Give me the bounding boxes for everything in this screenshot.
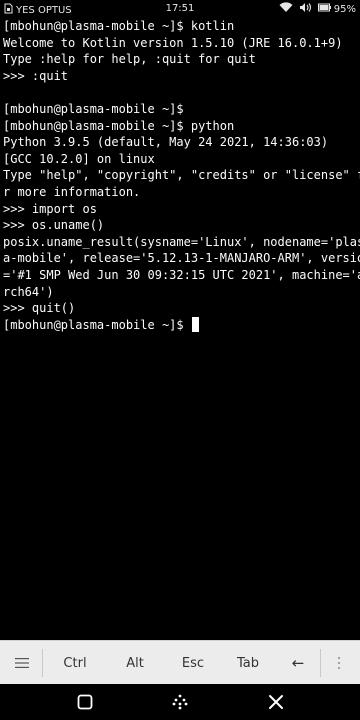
- terminal-prompt-line[interactable]: [mbohun@plasma-mobile ~]$: [0, 317, 360, 334]
- backspace-key[interactable]: ←: [278, 641, 318, 685]
- ctrl-key[interactable]: Ctrl: [50, 641, 100, 685]
- terminal-cursor: [191, 317, 199, 333]
- key-separator: [320, 649, 321, 677]
- battery-percent: 95%: [333, 3, 356, 15]
- terminal-line: [mbohun@plasma-mobile ~]$: [3, 101, 184, 116]
- terminal-line: [mbohun@plasma-mobile ~]$ kotlin: [3, 19, 235, 33]
- terminal-line: rch64'): [3, 284, 54, 299]
- terminal-line: ='#1 SMP Wed Jun 30 09:32:15 UTC 2021', …: [3, 267, 360, 282]
- terminal-line: Welcome to Kotlin version 1.5.10 (JRE 16…: [3, 35, 343, 50]
- wifi-icon: [279, 2, 293, 16]
- volume-icon: [299, 2, 312, 16]
- home-dots-icon[interactable]: [165, 688, 195, 716]
- terminal-line: Python 3.9.5 (default, May 24 2021, 14:3…: [3, 135, 329, 150]
- alt-key[interactable]: Alt: [110, 641, 160, 685]
- terminal-output[interactable]: [mbohun@plasma-mobile ~]$ kotlin Welcome…: [0, 18, 360, 640]
- navigation-bar: [0, 684, 360, 720]
- terminal-line: Type :help for help, :quit for quit: [3, 52, 256, 67]
- terminal-line: posix.uname_result(sysname='Linux', node…: [3, 234, 360, 249]
- phone-screen: YES OPTUS 17:51 95% [mbohun@plasma-mobil…: [0, 0, 360, 720]
- terminal-line: Type "help", "copyright", "credits" or "…: [3, 168, 360, 183]
- task-switcher-square-icon[interactable]: [70, 688, 100, 716]
- terminal-key-bar: Ctrl Alt Esc Tab ←: [0, 640, 360, 685]
- terminal-prompt: [mbohun@plasma-mobile ~]$: [3, 317, 191, 332]
- battery-group: 95%: [317, 2, 356, 16]
- tab-key[interactable]: Tab: [223, 641, 273, 685]
- terminal-line: >>> quit(): [3, 301, 76, 316]
- key-separator: [42, 649, 43, 677]
- close-x-icon[interactable]: [261, 688, 291, 716]
- status-bar: YES OPTUS 17:51 95%: [0, 0, 360, 18]
- terminal-line: [mbohun@plasma-mobile ~]$ python: [3, 118, 235, 133]
- vertical-dots-icon[interactable]: [324, 641, 354, 685]
- terminal-line: [GCC 10.2.0] on linux: [3, 151, 155, 166]
- terminal-line: a-mobile', release='5.12.13-1-MANJARO-AR…: [3, 251, 360, 266]
- esc-key[interactable]: Esc: [168, 641, 218, 685]
- terminal-line: >>> os.uname(): [3, 218, 105, 233]
- terminal-line: >>> :quit: [3, 68, 69, 83]
- battery-icon: [317, 2, 331, 16]
- terminal-line: r more information.: [3, 184, 141, 199]
- hamburger-menu-icon[interactable]: [4, 641, 40, 685]
- terminal-line: >>> import os: [3, 201, 97, 216]
- status-indicators[interactable]: 95%: [273, 2, 356, 16]
